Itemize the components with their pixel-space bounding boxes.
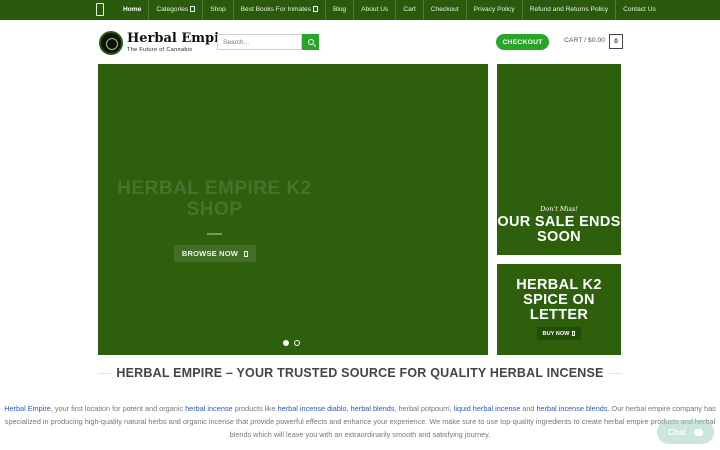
- chat-bubble-icon: [693, 428, 703, 436]
- search-input[interactable]: [217, 34, 302, 50]
- chevron-down-icon: [313, 6, 318, 12]
- sale-banner[interactable]: Don't Miss! OUR SALE ENDS SOON: [497, 64, 621, 255]
- nav-item-blog[interactable]: Blog: [325, 0, 353, 20]
- hero-title: HERBAL EMPIRE K2 SHOP: [117, 178, 312, 220]
- intro-text: and: [520, 404, 537, 413]
- link-liquid-herbal-incense[interactable]: liquid herbal incense: [454, 404, 521, 413]
- logo-subtitle: The Future of Cannabis: [127, 47, 193, 53]
- link-herbal-incense[interactable]: herbal incense: [185, 404, 232, 413]
- hero-divider: [207, 233, 222, 235]
- cart-link[interactable]: CART / $0.00: [564, 37, 605, 44]
- browse-now-button[interactable]: BROWSE NOW: [174, 245, 256, 262]
- browse-now-label: BROWSE NOW: [181, 249, 239, 258]
- buy-now-label: BUY NOW: [542, 330, 570, 337]
- hero-slider: HERBAL EMPIRE K2 SHOP BROWSE NOW: [98, 64, 488, 355]
- intro-text: , your first location for potent and org…: [50, 404, 186, 413]
- link-herbal-incense-blends[interactable]: herbal incense blends: [536, 404, 607, 413]
- intro-text: , herbal potpourri,: [394, 404, 454, 413]
- hero-caption: HERBAL EMPIRE K2 SHOP: [98, 175, 331, 220]
- slider-dot[interactable]: [294, 340, 300, 346]
- slider-dot[interactable]: [283, 340, 289, 346]
- nav-item-contact-us[interactable]: Contact Us: [615, 0, 663, 20]
- nav-item-cart[interactable]: Cart: [395, 0, 422, 20]
- search-button[interactable]: [302, 34, 319, 50]
- link-herbal-blends[interactable]: herbal blends: [351, 404, 395, 413]
- intro-text: products like: [232, 404, 278, 413]
- nav-item-privacy-policy[interactable]: Privacy Policy: [465, 0, 522, 20]
- chat-widget-button[interactable]: Chat: [657, 420, 714, 444]
- sale-tagline: Don't Miss!: [540, 205, 578, 213]
- nav-item-best-books[interactable]: Best Books For Inmates: [232, 0, 325, 20]
- nav-item-label: Best Books For Inmates: [240, 6, 311, 13]
- nav-item-about-us[interactable]: About Us: [353, 0, 395, 20]
- arrow-icon: [244, 250, 249, 257]
- logo-icon[interactable]: [99, 31, 123, 55]
- mobile-icon[interactable]: [96, 3, 104, 16]
- checkout-button[interactable]: CHECKOUT: [496, 34, 549, 50]
- slider-dots: [283, 340, 300, 346]
- nav-item-shop[interactable]: Shop: [202, 0, 232, 20]
- cart-count-badge[interactable]: 0: [609, 34, 623, 49]
- arrow-icon: [572, 331, 576, 336]
- link-herbal-incense-diablo[interactable]: herbal incense diablo: [278, 404, 347, 413]
- section-title: HERBAL EMPIRE – YOUR TRUSTED SOURCE FOR …: [116, 366, 604, 380]
- nav-item-categories[interactable]: Categories: [148, 0, 202, 20]
- chat-label: Chat: [668, 427, 686, 437]
- sale-heading: OUR SALE ENDS SOON: [497, 214, 621, 245]
- spice-heading: HERBAL K2 SPICE ON LETTER: [516, 277, 602, 323]
- chevron-down-icon: [190, 6, 196, 12]
- intro-paragraph: Herbal Empire, your first location for p…: [0, 402, 720, 441]
- buy-now-button[interactable]: BUY NOW: [537, 327, 581, 340]
- main-menu: Home Categories Shop Best Books For Inma…: [116, 0, 663, 20]
- nav-item-refund-policy[interactable]: Refund and Returns Policy: [521, 0, 615, 20]
- search-icon: [307, 39, 314, 45]
- nav-item-label: Categories: [156, 6, 189, 13]
- top-nav-bar: Home Categories Shop Best Books For Inma…: [0, 0, 720, 20]
- nav-item-home[interactable]: Home: [116, 0, 148, 20]
- spice-banner[interactable]: HERBAL K2 SPICE ON LETTER BUY NOW: [497, 264, 621, 355]
- link-herbal-empire[interactable]: Herbal Empire: [4, 404, 51, 413]
- nav-item-checkout[interactable]: Checkout: [422, 0, 466, 20]
